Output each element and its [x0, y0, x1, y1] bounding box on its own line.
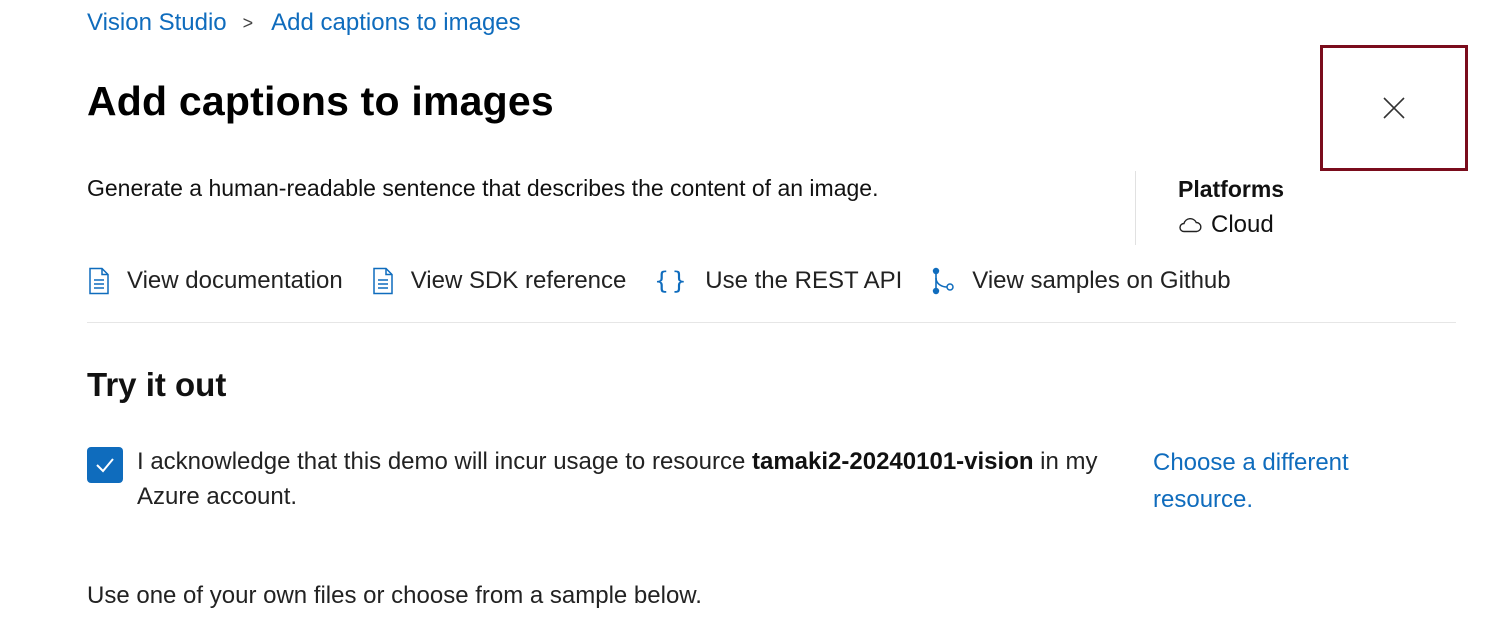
section-divider: [87, 322, 1456, 323]
view-sdk-reference-link[interactable]: View SDK reference: [371, 267, 627, 295]
choose-different-resource-link[interactable]: Choose a different resource.: [1153, 444, 1383, 518]
view-documentation-label: View documentation: [127, 267, 343, 294]
vertical-divider: [1135, 171, 1136, 245]
use-rest-api-label: Use the REST API: [705, 267, 903, 294]
acknowledge-text-before: I acknowledge that this demo will incur …: [137, 448, 752, 475]
page-title: Add captions to images: [87, 78, 554, 124]
view-documentation-link[interactable]: View documentation: [87, 267, 343, 295]
breadcrumb-link-vision-studio[interactable]: Vision Studio: [87, 9, 227, 37]
close-icon: [1383, 97, 1405, 119]
breadcrumb-link-current[interactable]: Add captions to images: [271, 9, 520, 37]
breadcrumb: Vision Studio > Add captions to images: [87, 9, 521, 37]
branch-icon: [930, 266, 956, 296]
upload-instruction: Use one of your own files or choose from…: [87, 582, 702, 609]
breadcrumb-separator: >: [242, 13, 254, 33]
page-description: Generate a human-readable sentence that …: [87, 175, 879, 201]
platform-cloud-label: Cloud: [1211, 211, 1274, 238]
view-samples-github-label: View samples on Github: [972, 267, 1231, 294]
view-samples-github-link[interactable]: View samples on Github: [930, 266, 1231, 296]
resource-links: View documentation View SDK reference {}…: [87, 266, 1259, 296]
cloud-icon: [1179, 218, 1202, 233]
use-rest-api-link[interactable]: {} Use the REST API: [654, 267, 902, 295]
document-icon: [371, 267, 395, 295]
try-it-out-heading: Try it out: [87, 366, 227, 403]
document-icon: [87, 267, 111, 295]
platforms-heading: Platforms: [1178, 176, 1285, 202]
page: Vision Studio > Add captions to images A…: [0, 0, 1497, 640]
close-button[interactable]: [1320, 45, 1468, 171]
resource-name: tamaki2-20240101-vision: [752, 448, 1034, 475]
view-sdk-reference-label: View SDK reference: [410, 267, 627, 294]
acknowledge-text: I acknowledge that this demo will incur …: [137, 444, 1127, 514]
platform-cloud: Cloud: [1178, 211, 1274, 239]
checkmark-icon: [96, 458, 114, 473]
acknowledge-checkbox[interactable]: [87, 447, 123, 483]
braces-icon: {}: [654, 267, 690, 295]
